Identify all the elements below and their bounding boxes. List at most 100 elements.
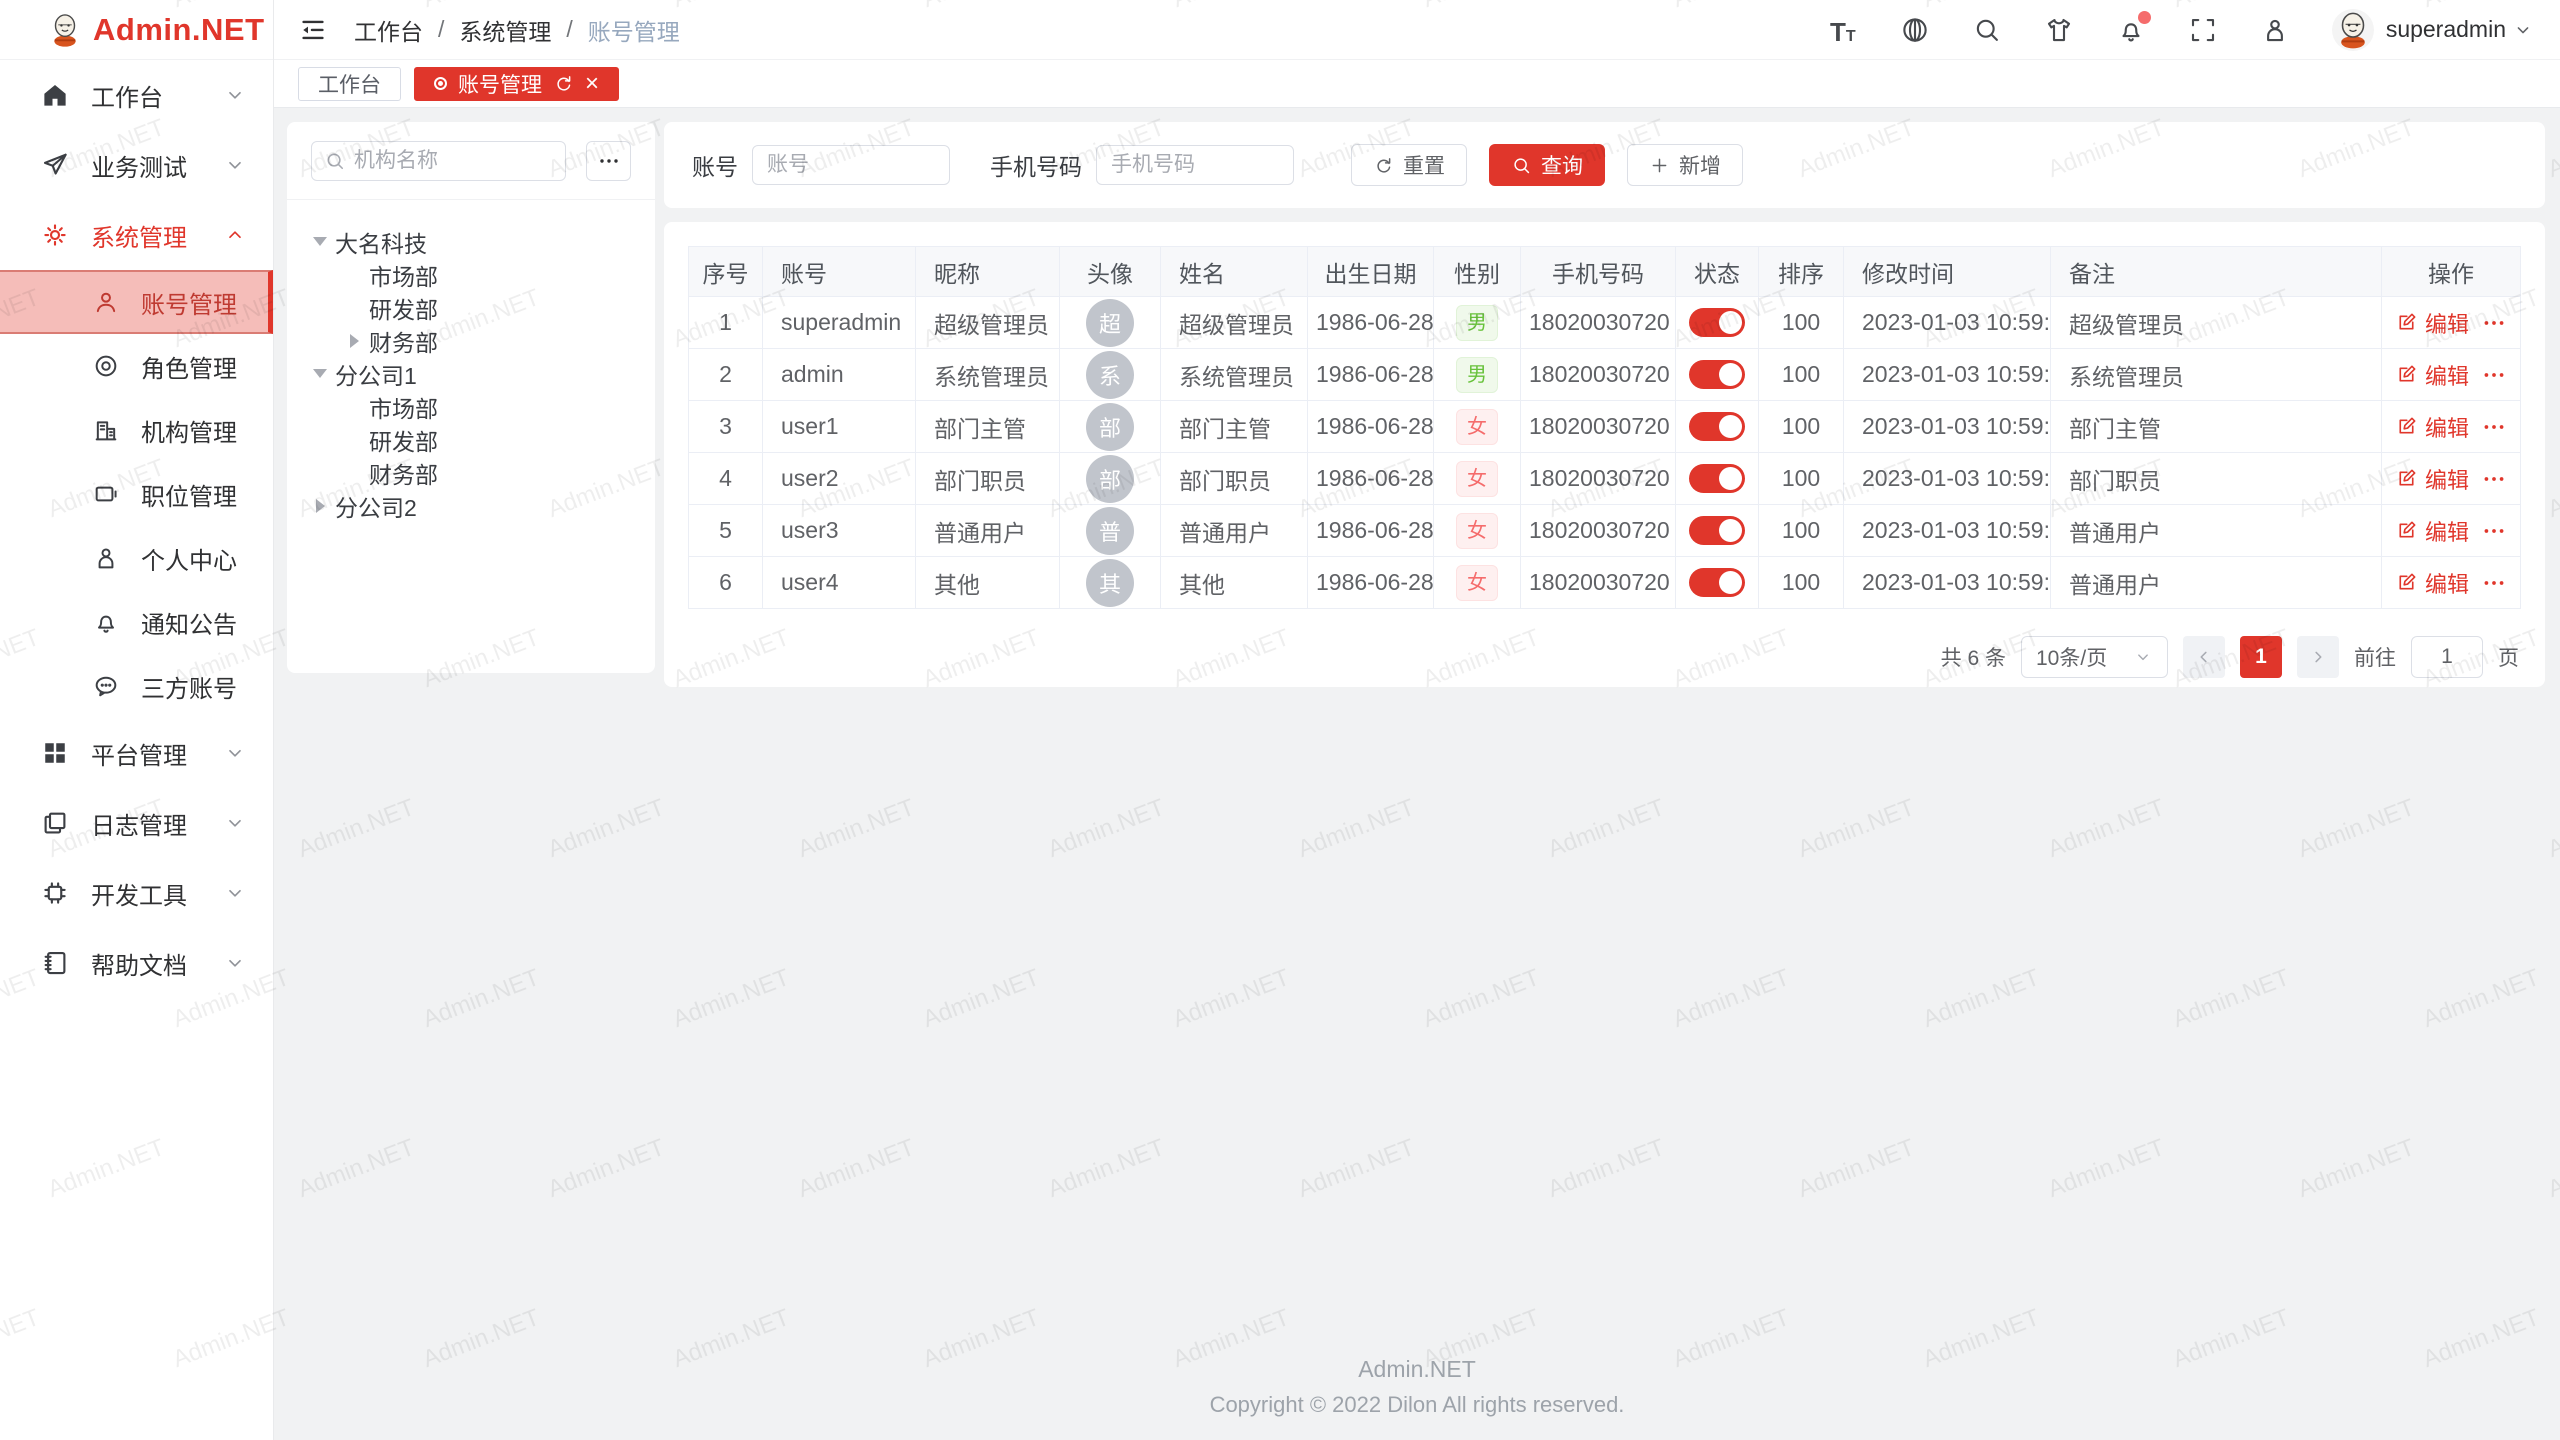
phone-input[interactable] [1096, 145, 1294, 185]
caret-closed-icon[interactable] [343, 330, 365, 352]
topbar: 工作台/系统管理/账号管理 TT superadmin [274, 0, 2560, 60]
edit-button[interactable]: 编辑 [2395, 307, 2469, 339]
caret-open-icon[interactable] [309, 363, 331, 385]
birth-cell: 1986-06-28 [1316, 465, 1434, 491]
modified-cell: 2023-01-03 10:59:44 [1862, 413, 2051, 439]
sort-cell: 100 [1782, 465, 1820, 491]
search-icon[interactable] [1972, 15, 2002, 45]
sidebar-item-org-management[interactable]: 机构管理 [0, 398, 273, 462]
reset-button[interactable]: 重置 [1351, 144, 1467, 186]
operation-cell: 编辑 [2390, 411, 2512, 443]
goto-page-input[interactable] [2411, 636, 2483, 678]
sidebar-item-workbench[interactable]: 工作台 [0, 60, 273, 130]
add-button[interactable]: 新增 [1627, 144, 1743, 186]
notification-icon[interactable] [2116, 15, 2146, 45]
fullscreen-icon[interactable] [2188, 15, 2218, 45]
sidebar-item-position-management[interactable]: 职位管理 [0, 462, 273, 526]
sidebar-item-label: 开发工具 [91, 876, 223, 911]
home-icon [40, 80, 70, 110]
sidebar-item-third-party-account[interactable]: 三方账号 [0, 654, 273, 718]
sidebar-item-role-management[interactable]: 角色管理 [0, 334, 273, 398]
tab-close-icon[interactable]: × [585, 72, 599, 96]
breadcrumb-item[interactable]: 工作台 [354, 13, 423, 47]
search-label: 查询 [1541, 150, 1583, 180]
logo[interactable]: Admin.NET [0, 0, 273, 60]
caret-open-icon[interactable] [309, 231, 331, 253]
sidebar-item-personal-center[interactable]: 个人中心 [0, 526, 273, 590]
username[interactable]: superadmin [2386, 16, 2506, 43]
account-input[interactable] [752, 145, 950, 185]
tree-node[interactable]: 市场部 [309, 258, 635, 291]
sidebar-item-label: 机构管理 [141, 413, 247, 448]
next-page-button[interactable] [2297, 636, 2339, 678]
sidebar-item-account-management[interactable]: 账号管理 [0, 270, 273, 334]
edit-label: 编辑 [2425, 567, 2469, 599]
status-toggle[interactable] [1689, 412, 1745, 441]
tab-account-management[interactable]: 账号管理× [414, 67, 619, 101]
search-button[interactable]: 查询 [1489, 144, 1605, 186]
operation-cell: 编辑 [2390, 307, 2512, 339]
menu-fold-icon[interactable] [298, 15, 328, 45]
row-more-button[interactable] [2481, 414, 2507, 440]
prev-page-button[interactable] [2183, 636, 2225, 678]
org-search-input[interactable] [354, 149, 553, 173]
language-icon[interactable] [1900, 15, 1930, 45]
tree-node[interactable]: 财务部 [309, 456, 635, 489]
row-more-button[interactable] [2481, 570, 2507, 596]
status-toggle[interactable] [1689, 308, 1745, 337]
phone-cell: 18020030720 [1529, 569, 1670, 595]
edit-button[interactable]: 编辑 [2395, 567, 2469, 599]
edit-button[interactable]: 编辑 [2395, 411, 2469, 443]
tree-node[interactable]: 财务部 [309, 324, 635, 357]
profile-icon[interactable] [2260, 15, 2290, 45]
edit-button[interactable]: 编辑 [2395, 515, 2469, 547]
sidebar-item-log-management[interactable]: 日志管理 [0, 788, 273, 858]
column-header: 昵称 [916, 247, 1060, 297]
content: 大名科技市场部研发部财务部分公司1市场部研发部财务部分公司2 账号 手机号码 重… [274, 108, 2560, 1440]
sidebar-item-help-docs[interactable]: 帮助文档 [0, 928, 273, 998]
nickname-cell: 其他 [934, 572, 980, 598]
edit-button[interactable]: 编辑 [2395, 463, 2469, 495]
birth-cell: 1986-06-28 [1316, 517, 1434, 543]
row-more-button[interactable] [2481, 362, 2507, 388]
sidebar-item-system-management[interactable]: 系统管理 [0, 200, 273, 270]
edit-icon [2395, 363, 2418, 386]
row-more-button[interactable] [2481, 518, 2507, 544]
row-more-button[interactable] [2481, 310, 2507, 336]
status-toggle[interactable] [1689, 568, 1745, 597]
sidebar-item-business-test[interactable]: 业务测试 [0, 130, 273, 200]
page-1-button[interactable]: 1 [2240, 636, 2282, 678]
status-toggle[interactable] [1689, 516, 1745, 545]
row-more-button[interactable] [2481, 466, 2507, 492]
tab-refresh-icon[interactable] [553, 73, 574, 94]
edit-label: 编辑 [2425, 307, 2469, 339]
org-more-button[interactable] [586, 141, 631, 181]
user-table-card: 序号账号昵称头像姓名出生日期性别手机号码状态排序修改时间备注操作 1supera… [664, 222, 2545, 687]
tab-workbench[interactable]: 工作台 [298, 67, 401, 101]
column-header: 序号 [689, 247, 763, 297]
tree-node[interactable]: 研发部 [309, 423, 635, 456]
tree-node[interactable]: 研发部 [309, 291, 635, 324]
font-size-icon[interactable]: TT [1828, 15, 1858, 45]
page-size-select[interactable]: 10条/页 [2021, 636, 2168, 678]
theme-icon[interactable] [2044, 15, 2074, 45]
caret-closed-icon[interactable] [309, 495, 331, 517]
status-toggle[interactable] [1689, 464, 1745, 493]
status-toggle[interactable] [1689, 360, 1745, 389]
edit-button[interactable]: 编辑 [2395, 359, 2469, 391]
breadcrumb-separator: / [438, 16, 444, 43]
breadcrumb-item[interactable]: 系统管理 [459, 13, 551, 47]
tree-node[interactable]: 分公司1 [309, 357, 635, 390]
tree-node[interactable]: 大名科技 [309, 225, 635, 258]
chevron-down-icon[interactable] [2512, 19, 2534, 41]
sidebar-item-notice[interactable]: 通知公告 [0, 590, 273, 654]
tree-node[interactable]: 分公司2 [309, 489, 635, 522]
sidebar-item-dev-tools[interactable]: 开发工具 [0, 858, 273, 928]
phone-cell: 18020030720 [1529, 517, 1670, 543]
name-cell: 部门主管 [1179, 416, 1271, 442]
reset-label: 重置 [1403, 150, 1445, 180]
tree-node-label: 研发部 [369, 423, 438, 457]
user-avatar[interactable] [2332, 9, 2374, 51]
sidebar-item-platform-management[interactable]: 平台管理 [0, 718, 273, 788]
tree-node[interactable]: 市场部 [309, 390, 635, 423]
